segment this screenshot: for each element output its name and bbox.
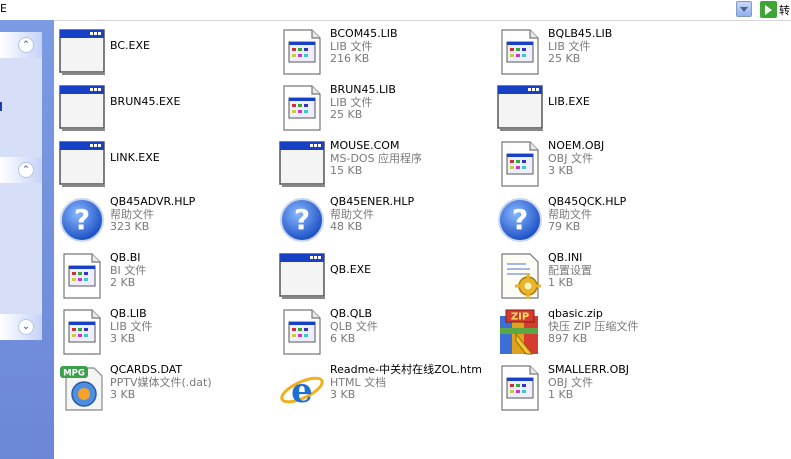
exe-window-icon [279, 141, 325, 187]
file-name: QB45ENER.HLP [330, 195, 415, 208]
go-arrow-icon[interactable] [760, 1, 777, 18]
file-name: Readme-中关村在线ZOL.htm [330, 363, 482, 376]
collapse-up-icon[interactable]: ⌃ [18, 162, 34, 178]
svg-text:?: ? [512, 203, 528, 236]
file-size: 1 KB [548, 276, 574, 289]
file-size: 79 KB [548, 220, 581, 233]
exe-window-icon [59, 29, 105, 75]
help-icon: ? [60, 198, 104, 242]
file-size: 3 KB [110, 332, 136, 345]
address-dropdown-button[interactable] [736, 1, 752, 17]
file-name: QB.LIB [110, 307, 147, 320]
exe-window-icon [59, 141, 105, 187]
help-icon: ? [498, 198, 542, 242]
panel-edge-mark [0, 102, 2, 111]
file-size: 323 KB [110, 220, 150, 233]
file-size: 25 KB [330, 108, 363, 121]
file-size: 25 KB [548, 52, 581, 65]
file-name: BC.EXE [110, 39, 150, 52]
go-button-label[interactable]: 转 [779, 2, 790, 18]
file-name: NOEM.OBJ [548, 139, 605, 152]
file-type: OBJ 文件 [548, 375, 593, 389]
file-name: BQLB45.LIB [548, 27, 613, 40]
file-name: QB45ADVR.HLP [110, 195, 196, 208]
file-name: BRUN45.EXE [110, 95, 181, 108]
file-name: QB.BI [110, 251, 141, 264]
ini-settings-icon [501, 253, 541, 299]
exe-window-icon [59, 85, 105, 131]
file-type: LIB 文件 [110, 319, 153, 333]
task-panel-3-header[interactable]: ⌄ [0, 314, 42, 340]
zip-archive-icon: ZIP [500, 309, 538, 355]
file-name: qbasic.zip [548, 307, 603, 320]
generic-file-icon [501, 365, 539, 411]
task-panel-1-header[interactable]: ⌃ [0, 32, 42, 58]
task-pane: ⌃ ⌃ ⌄ [0, 20, 54, 459]
svg-text:MPG: MPG [63, 369, 85, 379]
mpg-media-icon: MPG [60, 366, 103, 411]
svg-text:ZIP: ZIP [511, 312, 529, 323]
generic-file-icon [501, 29, 539, 75]
file-size: 897 KB [548, 332, 588, 345]
svg-text:?: ? [74, 203, 90, 236]
exe-window-icon [279, 253, 325, 299]
exe-window-icon [497, 85, 543, 131]
generic-file-icon [283, 29, 321, 75]
file-name: MOUSE.COM [330, 139, 400, 152]
file-size: 48 KB [330, 220, 363, 233]
file-name: LIB.EXE [548, 95, 590, 108]
svg-text:?: ? [294, 203, 310, 236]
file-type: BI 文件 [110, 263, 147, 277]
file-name: QCARDS.DAT [110, 363, 183, 376]
generic-file-icon [63, 309, 101, 355]
ie-html-icon: e [280, 371, 324, 411]
generic-file-icon [63, 253, 101, 299]
task-panel-2: ⌃ [0, 157, 42, 317]
file-size: 3 KB [110, 388, 136, 401]
file-name: BRUN45.LIB [330, 83, 396, 96]
svg-text:e: e [291, 371, 313, 411]
address-bar: E 转 [0, 0, 791, 21]
file-name: QB.EXE [330, 263, 372, 276]
generic-file-icon [283, 85, 321, 131]
file-type: OBJ 文件 [548, 151, 593, 165]
file-name: QB.INI [548, 251, 583, 264]
file-type: PPTV媒体文件(.dat) [110, 375, 212, 389]
file-type: HTML 文档 [330, 375, 387, 389]
file-size: 6 KB [330, 332, 356, 345]
file-size: 3 KB [548, 164, 574, 177]
address-text[interactable]: E [0, 2, 7, 15]
help-icon: ? [280, 198, 324, 242]
file-name: BCOM45.LIB [330, 27, 398, 40]
file-size: 1 KB [548, 388, 574, 401]
generic-file-icon [283, 309, 321, 355]
file-size: 15 KB [330, 164, 363, 177]
task-panel-1: ⌃ [0, 32, 42, 158]
collapse-up-icon[interactable]: ⌃ [18, 37, 34, 53]
file-size: 216 KB [330, 52, 370, 65]
file-size: 2 KB [110, 276, 136, 289]
file-size: 3 KB [330, 388, 356, 401]
file-type: 配置设置 [548, 263, 592, 277]
task-panel-3: ⌄ [0, 314, 42, 340]
task-panel-2-header[interactable]: ⌃ [0, 157, 42, 183]
file-name: QB.QLB [330, 307, 373, 320]
expand-down-icon[interactable]: ⌄ [18, 319, 34, 335]
file-type: QLB 文件 [330, 319, 378, 333]
file-name: LINK.EXE [110, 151, 160, 164]
file-name: SMALLERR.OBJ [548, 363, 630, 376]
generic-file-icon [501, 141, 539, 187]
file-name: QB45QCK.HLP [548, 195, 627, 208]
